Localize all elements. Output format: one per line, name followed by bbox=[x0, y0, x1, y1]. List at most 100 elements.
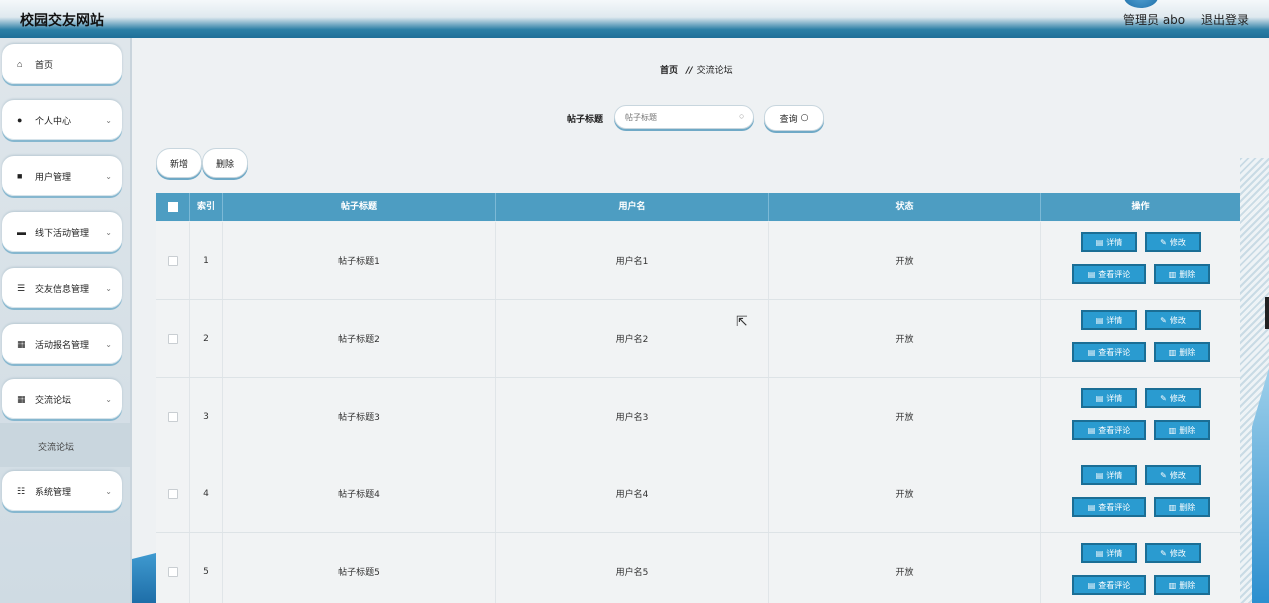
row-checkbox[interactable] bbox=[167, 255, 178, 266]
document-icon: ▤ bbox=[1087, 347, 1096, 357]
scrollbar-handle[interactable] bbox=[1265, 297, 1269, 329]
detail-button-label: 详情 bbox=[1106, 237, 1123, 247]
user-icon: ● bbox=[17, 115, 23, 125]
trash-icon: ▥ bbox=[1168, 347, 1177, 357]
edit-button[interactable]: ✎ 修改 bbox=[1145, 388, 1201, 408]
view-comments-button[interactable]: ▤ 查看评论 bbox=[1072, 420, 1146, 440]
sidebar-item-6[interactable]: ▦ 活动报名管理 ⌄ bbox=[2, 324, 122, 364]
view-comments-button[interactable]: ▤ 查看评论 bbox=[1072, 264, 1146, 284]
row-checkbox[interactable] bbox=[167, 488, 178, 499]
row-checkbox[interactable] bbox=[167, 411, 178, 422]
grid-icon: ▦ bbox=[17, 393, 26, 404]
document-icon: ▤ bbox=[1087, 502, 1096, 512]
delete-button[interactable]: ▥ 删除 bbox=[1154, 342, 1210, 362]
breadcrumb-separator: // bbox=[686, 66, 693, 76]
delete-button[interactable]: ▥ 删除 bbox=[1154, 497, 1210, 517]
sidebar-item-2[interactable]: ● 个人中心 ⌄ bbox=[2, 100, 122, 140]
delete-button-label: 删除 bbox=[1179, 425, 1196, 435]
username-cell: 用户名2 bbox=[496, 300, 769, 377]
sidebar-item-7[interactable]: ▦ 交流论坛 ⌄ bbox=[2, 379, 122, 419]
username-cell: 用户名5 bbox=[496, 533, 769, 603]
delete-button[interactable]: ▥ 删除 bbox=[1154, 264, 1210, 284]
column-header-title: 帖子标题 bbox=[223, 193, 496, 221]
detail-button-label: 详情 bbox=[1106, 315, 1123, 325]
detail-button-label: 详情 bbox=[1106, 548, 1123, 558]
search-icon: ○ bbox=[800, 113, 809, 123]
view-comments-button[interactable]: ▤ 查看评论 bbox=[1072, 342, 1146, 362]
breadcrumb-home[interactable]: 首页 bbox=[660, 66, 678, 76]
detail-button-label: 详情 bbox=[1106, 393, 1123, 403]
sidebar-item-1[interactable]: ⌂ 首页 bbox=[2, 44, 122, 84]
sidebar-item-label: 首页 bbox=[35, 60, 54, 71]
avatar[interactable] bbox=[1124, 0, 1158, 8]
table-row: 2 帖子标题2 用户名2 开放 ▤ 详情 ✎ 修改 ▤ 查看评论 ▥ 删除 bbox=[156, 300, 1240, 378]
mouse-cursor-icon: ⇱ bbox=[736, 313, 748, 329]
submenu-item-forum[interactable]: 交流论坛 bbox=[38, 440, 74, 453]
detail-button[interactable]: ▤ 详情 bbox=[1081, 543, 1137, 563]
actions-cell: ▤ 详情 ✎ 修改 ▤ 查看评论 ▥ 删除 bbox=[1041, 378, 1240, 455]
sidebar-item-8[interactable]: ☷ 系统管理 ⌄ bbox=[2, 471, 122, 511]
view-comments-button[interactable]: ▤ 查看评论 bbox=[1072, 497, 1146, 517]
detail-button[interactable]: ▤ 详情 bbox=[1081, 232, 1137, 252]
sidebar-item-4[interactable]: ▬ 线下活动管理 ⌄ bbox=[2, 212, 122, 252]
search-input[interactable] bbox=[614, 105, 754, 129]
table-header: 索引 帖子标题 用户名 状态 操作 bbox=[156, 193, 1240, 221]
select-all-cell bbox=[156, 193, 190, 221]
detail-button[interactable]: ▤ 详情 bbox=[1081, 465, 1137, 485]
chevron-down-icon: ⌄ bbox=[105, 283, 112, 293]
logout-link[interactable]: 退出登录 bbox=[1201, 11, 1249, 28]
breadcrumb-current: 交流论坛 bbox=[696, 66, 733, 76]
decorative-wave-left bbox=[132, 553, 156, 603]
sliders-icon: ☷ bbox=[17, 485, 26, 496]
trash-icon: ▥ bbox=[1168, 580, 1177, 590]
detail-button[interactable]: ▤ 详情 bbox=[1081, 310, 1137, 330]
briefcase-icon: ▬ bbox=[17, 227, 26, 237]
view-comments-button-label: 查看评论 bbox=[1098, 425, 1131, 435]
delete-button[interactable]: ▥ 删除 bbox=[1154, 575, 1210, 595]
list-icon: ☰ bbox=[17, 282, 26, 293]
document-icon: ▤ bbox=[1095, 315, 1104, 325]
select-all-checkbox[interactable] bbox=[167, 201, 178, 212]
title-cell: 帖子标题5 bbox=[223, 533, 496, 603]
trash-icon: ▥ bbox=[1168, 269, 1177, 279]
view-comments-button-label: 查看评论 bbox=[1098, 502, 1131, 512]
table-row: 1 帖子标题1 用户名1 开放 ▤ 详情 ✎ 修改 ▤ 查看评论 ▥ 删除 bbox=[156, 222, 1240, 300]
edit-button[interactable]: ✎ 修改 bbox=[1145, 232, 1201, 252]
table-row: 3 帖子标题3 用户名3 开放 ▤ 详情 ✎ 修改 ▤ 查看评论 ▥ 删除 bbox=[156, 378, 1240, 456]
actions-cell: ▤ 详情 ✎ 修改 ▤ 查看评论 ▥ 删除 bbox=[1041, 455, 1240, 532]
delete-button[interactable]: ▥ 删除 bbox=[1154, 420, 1210, 440]
row-checkbox[interactable] bbox=[167, 566, 178, 577]
title-cell: 帖子标题1 bbox=[223, 222, 496, 299]
admin-label: 管理员 abo bbox=[1123, 13, 1186, 27]
sidebar-item-5[interactable]: ☰ 交友信息管理 ⌄ bbox=[2, 268, 122, 308]
view-comments-button-label: 查看评论 bbox=[1098, 580, 1131, 590]
top-header: 校园交友网站 管理员 abo 退出登录 bbox=[0, 0, 1269, 38]
status-cell: 开放 bbox=[769, 300, 1041, 377]
sidebar-item-label: 线下活动管理 bbox=[35, 228, 90, 239]
view-comments-button[interactable]: ▤ 查看评论 bbox=[1072, 575, 1146, 595]
search-label: 帖子标题 bbox=[567, 115, 604, 125]
edit-button[interactable]: ✎ 修改 bbox=[1145, 310, 1201, 330]
main-content: 首页 //交流论坛 帖子标题 ○ 查询 ○ 新增 删除 索引 帖子标题 用户名 状… bbox=[132, 38, 1269, 603]
select-cell bbox=[156, 455, 190, 532]
edit-button-label: 修改 bbox=[1169, 237, 1186, 247]
pencil-icon: ✎ bbox=[1160, 548, 1167, 558]
title-cell: 帖子标题2 bbox=[223, 300, 496, 377]
edit-button[interactable]: ✎ 修改 bbox=[1145, 465, 1201, 485]
status-cell: 开放 bbox=[769, 455, 1041, 532]
sidebar-item-label: 系统管理 bbox=[35, 487, 72, 498]
row-checkbox[interactable] bbox=[167, 333, 178, 344]
detail-button[interactable]: ▤ 详情 bbox=[1081, 388, 1137, 408]
select-cell bbox=[156, 378, 190, 455]
edit-button[interactable]: ✎ 修改 bbox=[1145, 543, 1201, 563]
add-button[interactable]: 新增 bbox=[156, 148, 202, 178]
sidebar-item-3[interactable]: ■ 用户管理 ⌄ bbox=[2, 156, 122, 196]
bulk-delete-button[interactable]: 删除 bbox=[202, 148, 248, 178]
status-cell: 开放 bbox=[769, 533, 1041, 603]
sidebar-item-label: 活动报名管理 bbox=[35, 340, 90, 351]
query-label: 查询 bbox=[779, 114, 798, 125]
column-header-index: 索引 bbox=[190, 193, 223, 221]
chevron-down-icon: ⌄ bbox=[105, 171, 112, 181]
query-button[interactable]: 查询 ○ bbox=[764, 105, 824, 131]
title-cell: 帖子标题3 bbox=[223, 378, 496, 455]
